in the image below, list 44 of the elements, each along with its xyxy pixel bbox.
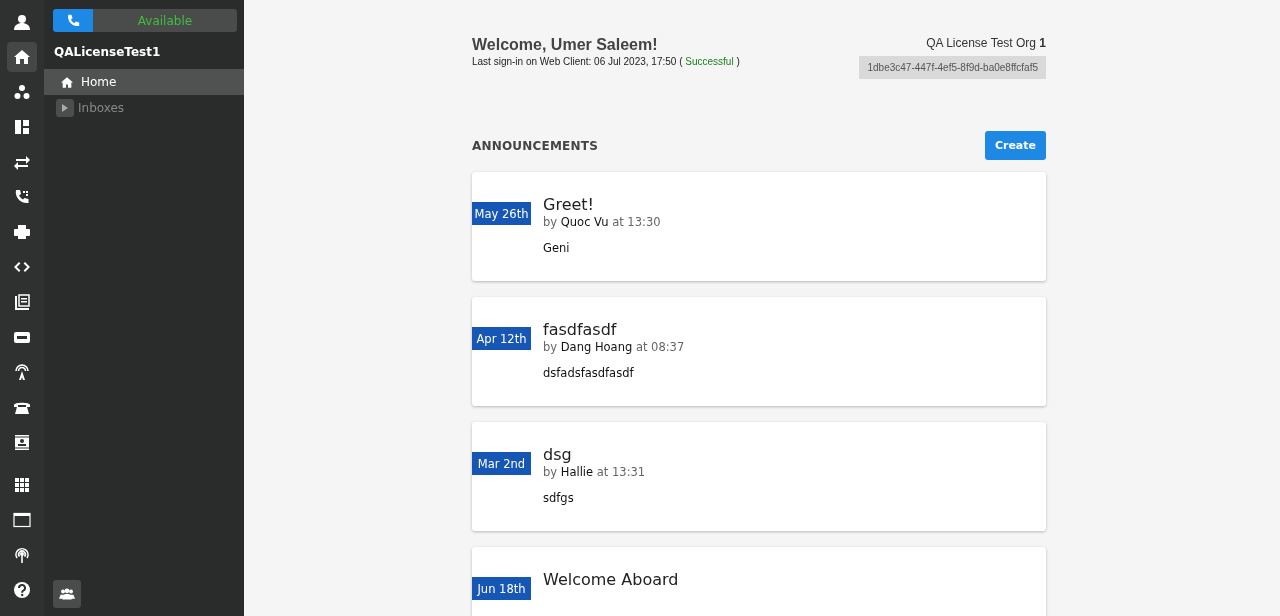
contact-card-icon xyxy=(13,432,31,451)
home-icon xyxy=(13,47,31,66)
organization-name: QA License Test Org 1 xyxy=(926,36,1046,50)
antenna-icon xyxy=(13,362,31,381)
document-list-icon xyxy=(13,292,31,311)
welcome-heading: Welcome, Umer Saleem! xyxy=(472,36,659,54)
last-sign-in-text: Last sign-in on Web Client: 06 Jul 2023, 17:50 ( Successful ) xyxy=(472,56,740,67)
caret-icon xyxy=(62,104,68,112)
date-badge: Apr 12th xyxy=(472,327,531,350)
byline: by Hallie at 13:31 xyxy=(543,465,646,479)
date-badge: Jun 18th xyxy=(472,577,531,600)
section-heading: ANNOUNCEMENTS xyxy=(472,138,598,153)
date-badge: Mar 2nd xyxy=(472,452,531,475)
dashboard-icon xyxy=(13,117,31,136)
team-button[interactable] xyxy=(53,580,81,608)
sidebar-item[interactable]: Inboxes xyxy=(44,95,244,121)
announcement-body: sdfgs xyxy=(543,491,575,505)
sidebar-item[interactable]: Home xyxy=(44,69,244,95)
byline: by Quoc Vu at 13:30 xyxy=(543,215,661,229)
account-name: QALicenseTest1 xyxy=(53,44,162,61)
date-badge: May 26th xyxy=(472,202,531,225)
call-button[interactable] xyxy=(53,9,93,32)
announcement-title: Greet! xyxy=(543,195,595,214)
help-icon xyxy=(13,580,31,599)
announcement-body: dsfadsfasdfasdf xyxy=(543,366,635,380)
expand-toggle[interactable] xyxy=(56,99,74,117)
announcement-body: Geni xyxy=(543,241,571,255)
announcement-title: Welcome Aboard xyxy=(543,570,679,589)
grid-icon xyxy=(13,475,31,494)
announcement-title: dsg xyxy=(543,445,573,464)
three-dots-icon xyxy=(13,82,31,101)
group-icon xyxy=(59,588,75,600)
byline: by Dang Hoang at 08:37 xyxy=(543,340,685,354)
phone-icon xyxy=(66,13,80,28)
phone-list-icon xyxy=(13,187,31,206)
user-icon xyxy=(13,12,31,31)
home-button[interactable] xyxy=(7,41,37,72)
window-icon xyxy=(13,510,31,529)
organization-id: 1dbe3c47-447f-4ef5-8f9d-ba0e8ffcfaf5 xyxy=(859,56,1046,79)
home-icon xyxy=(61,76,73,88)
create-button[interactable]: Create xyxy=(984,131,1046,160)
availability-button[interactable]: Available xyxy=(93,9,237,32)
announcement-title: fasdfasdf xyxy=(543,320,618,339)
broadcast-icon xyxy=(13,545,31,564)
